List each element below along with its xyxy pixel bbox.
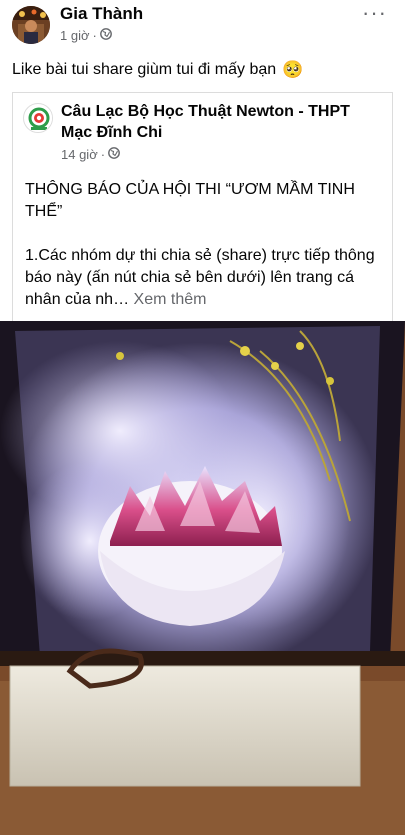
shared-meta: 14 giờ ·: [61, 147, 120, 162]
post-meta: 1 giờ ·: [60, 28, 112, 43]
globe-icon: [99, 28, 112, 43]
meta-separator: ·: [100, 147, 106, 162]
shared-time[interactable]: 14 giờ: [61, 147, 98, 162]
post-photo[interactable]: [0, 321, 405, 835]
author-name[interactable]: Gia Thành: [60, 4, 143, 24]
announcement-text: 1.Các nhóm dự thi chia sẻ (share) trực t…: [25, 245, 387, 311]
post-message: Like bài tui share giùm tui đi mấy bạn 🥺: [12, 60, 303, 80]
post-header: Gia Thành 1 giờ · ···: [0, 0, 405, 50]
see-more-link[interactable]: Xem thêm: [134, 291, 207, 308]
shared-body: THÔNG BÁO CỦA HỘI THI “ƯƠM MẦM TINH THỂ”…: [25, 179, 387, 311]
announcement-title: THÔNG BÁO CỦA HỘI THI “ƯƠM MẦM TINH THỂ”: [25, 181, 355, 220]
page-name[interactable]: Câu Lạc Bộ Học Thuật Newton - THPT Mạc Đ…: [61, 101, 381, 143]
globe-icon: [108, 147, 120, 162]
author-avatar[interactable]: [12, 6, 50, 44]
post-message-text: Like bài tui share giùm tui đi mấy bạn: [12, 61, 277, 78]
shared-post-card[interactable]: Câu Lạc Bộ Học Thuật Newton - THPT Mạc Đ…: [12, 92, 393, 321]
meta-separator: ·: [92, 28, 97, 43]
page-avatar[interactable]: [23, 103, 53, 133]
pleading-face-icon: 🥺: [282, 60, 304, 79]
more-options-icon[interactable]: ···: [362, 0, 387, 26]
post-time[interactable]: 1 giờ: [60, 28, 90, 43]
